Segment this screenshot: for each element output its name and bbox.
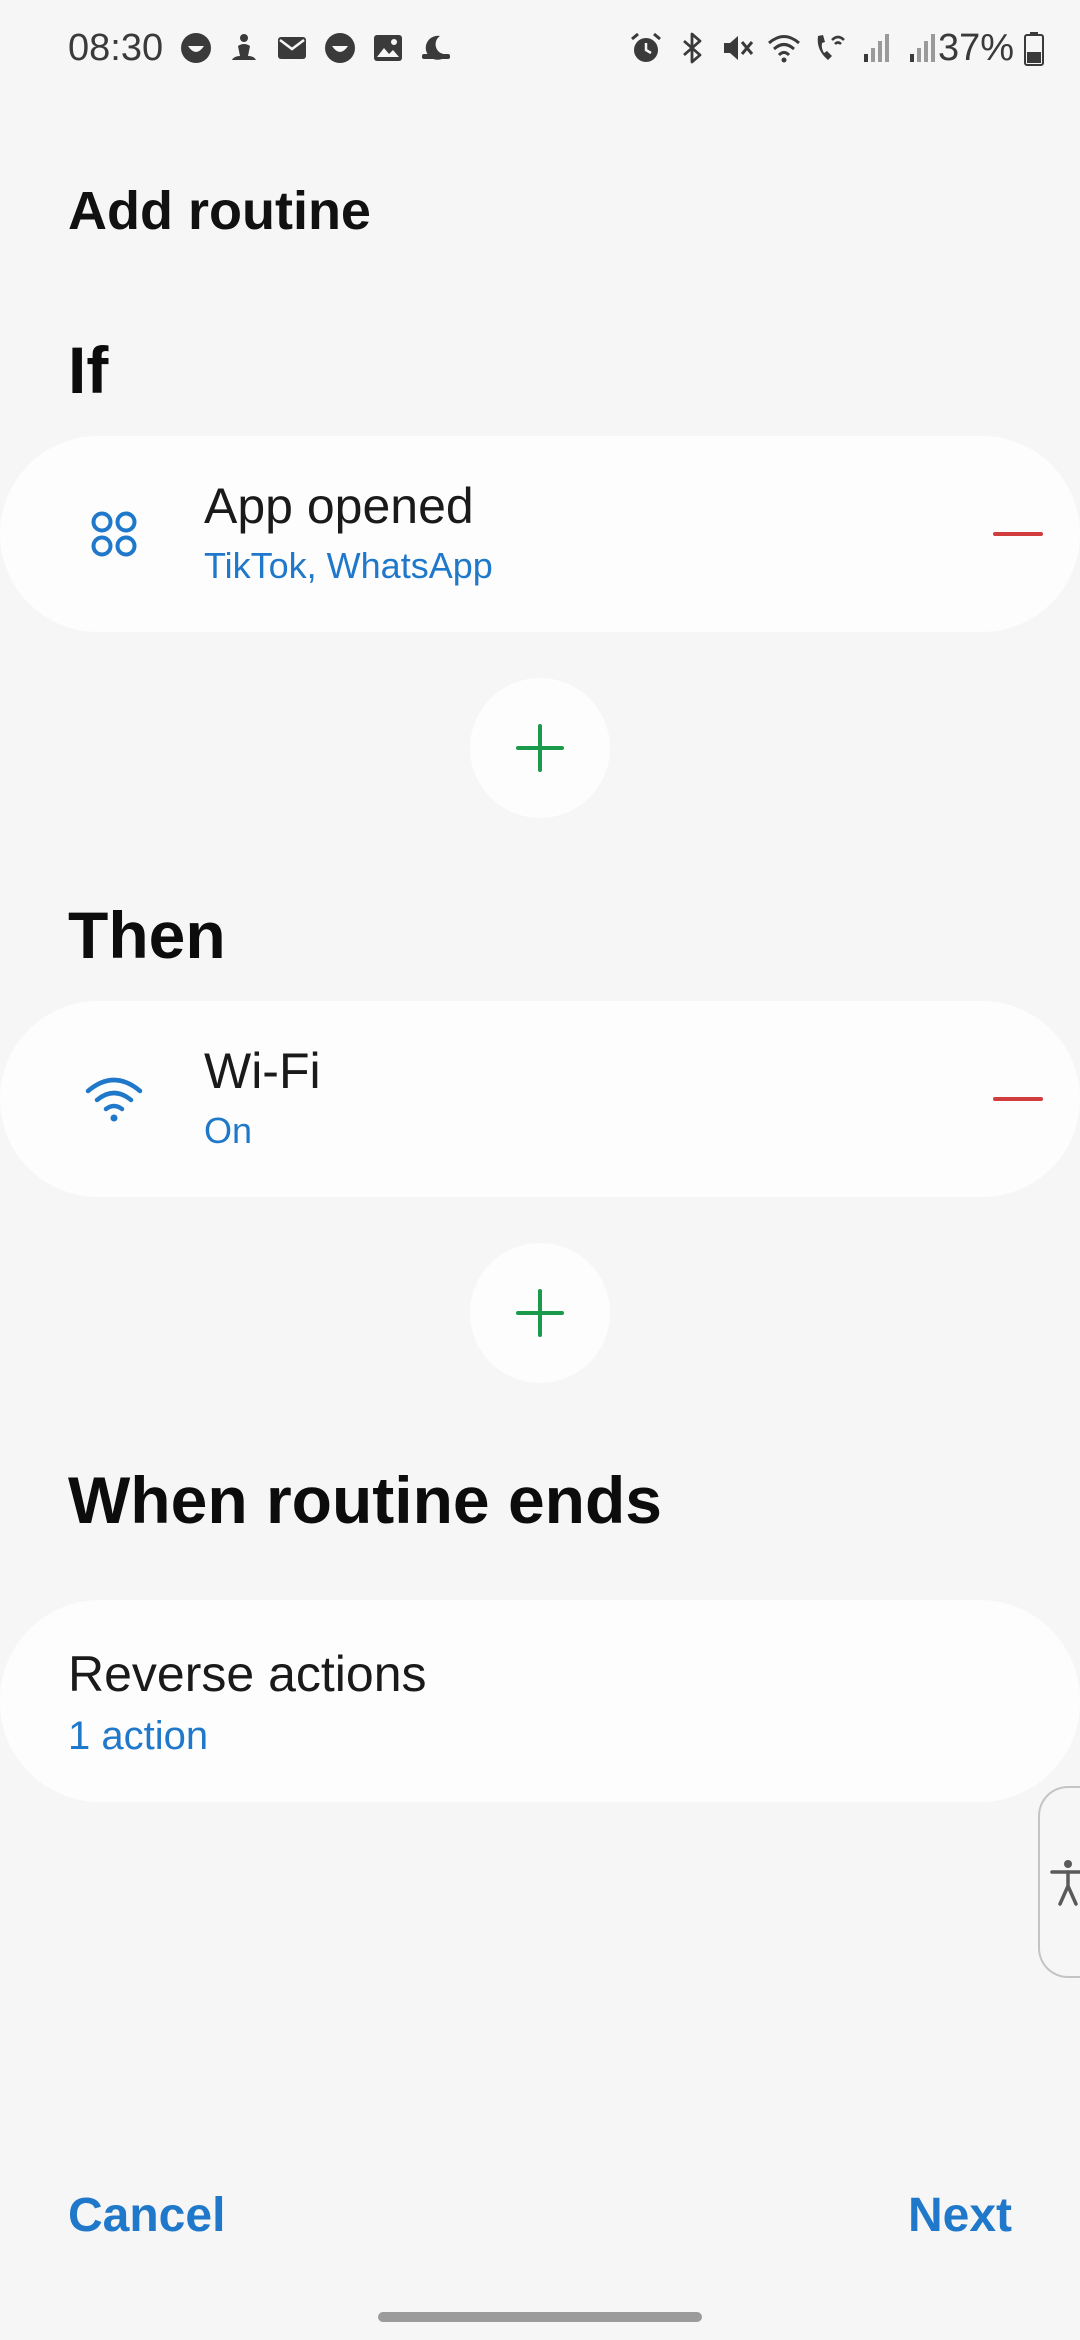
cancel-button[interactable]: Cancel xyxy=(68,2186,225,2246)
minus-icon xyxy=(993,532,1043,536)
accessibility-icon xyxy=(1050,1860,1080,1906)
action-card-wifi[interactable]: Wi-Fi On xyxy=(0,1001,1080,1197)
bluetooth-icon xyxy=(674,30,710,66)
reverse-actions-title: Reverse actions xyxy=(68,1646,427,1702)
mute-icon xyxy=(720,30,756,66)
if-heading: If xyxy=(68,333,109,407)
reverse-actions-card[interactable]: Reverse actions 1 action xyxy=(0,1600,1080,1802)
system-icons xyxy=(628,30,940,66)
plus-icon xyxy=(516,1289,564,1337)
add-action-button[interactable] xyxy=(470,1243,610,1383)
alarm-icon xyxy=(628,30,664,66)
meditation-icon xyxy=(226,30,262,66)
gallery-icon xyxy=(370,30,406,66)
battery-icon xyxy=(1024,32,1044,66)
condition-subtitle: TikTok, WhatsApp xyxy=(204,545,493,586)
wifi-icon xyxy=(766,30,802,66)
wifi-icon xyxy=(82,1067,146,1131)
notification-icons xyxy=(178,30,454,66)
condition-card-app-opened[interactable]: App opened TikTok, WhatsApp xyxy=(0,436,1080,632)
status-bar: 08:30 37% xyxy=(0,0,1080,96)
add-condition-button[interactable] xyxy=(470,678,610,818)
then-heading: Then xyxy=(68,898,226,972)
next-button[interactable]: Next xyxy=(908,2186,1012,2246)
battery-percent: 37% xyxy=(937,27,1014,69)
accessibility-handle[interactable] xyxy=(1038,1786,1080,1978)
sleep-icon xyxy=(418,30,454,66)
face-icon xyxy=(178,30,214,66)
status-time: 08:30 xyxy=(68,27,164,69)
apps-grid-icon xyxy=(82,502,146,566)
reverse-actions-subtitle: 1 action xyxy=(68,1714,209,1758)
condition-title: App opened xyxy=(204,478,474,534)
signal-icon xyxy=(904,30,940,66)
signal-icon xyxy=(858,30,894,66)
action-title: Wi-Fi xyxy=(204,1043,321,1099)
mail-icon xyxy=(274,30,310,66)
routine-ends-heading: When routine ends xyxy=(68,1463,662,1537)
wifi-calling-icon xyxy=(812,30,848,66)
minus-icon xyxy=(993,1097,1043,1101)
remove-condition-button[interactable] xyxy=(986,502,1050,566)
home-indicator[interactable] xyxy=(378,2312,702,2322)
action-subtitle: On xyxy=(204,1110,253,1151)
plus-icon xyxy=(516,724,564,772)
page-title: Add routine xyxy=(68,181,371,241)
face-icon xyxy=(322,30,358,66)
remove-action-button[interactable] xyxy=(986,1067,1050,1131)
